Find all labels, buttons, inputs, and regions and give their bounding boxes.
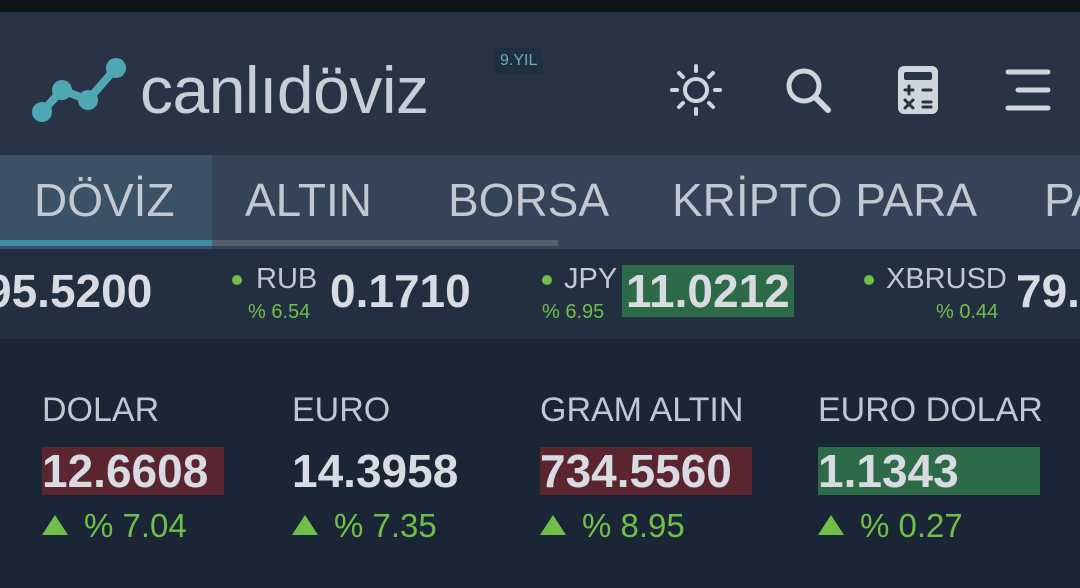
tab-label: PA	[1044, 174, 1080, 226]
up-dot-icon	[542, 275, 552, 285]
rate-value: 734.5560	[540, 447, 752, 495]
ticker-value: 79.	[1016, 265, 1080, 317]
rate-name: DOLAR	[42, 391, 160, 429]
sun-icon[interactable]	[668, 62, 724, 118]
currency-ticker: 95.5200 RUB % 6.54 0.1710 JPY % 6.95 11.…	[0, 249, 1080, 339]
years-badge: 9.YIL	[494, 48, 544, 74]
ticker-symbol: RUB	[256, 263, 318, 295]
up-arrow-icon	[540, 515, 566, 535]
category-nav: DÖVİZ ALTIN BORSA KRİPTO PARA PA	[0, 155, 1080, 249]
up-arrow-icon	[42, 515, 68, 535]
rate-change: % 7.35	[292, 507, 437, 545]
nav-scroll-indicator	[212, 240, 558, 246]
tab-doviz[interactable]: DÖVİZ	[0, 155, 212, 249]
rate-name: EURO	[292, 391, 391, 429]
ticker-value: 11.0212	[622, 265, 794, 317]
ticker-percent: % 0.44	[936, 301, 999, 323]
tab-borsa[interactable]: BORSA	[448, 155, 609, 249]
ticker-value: 95.5200	[0, 265, 153, 317]
calculator-icon[interactable]	[890, 62, 946, 118]
active-tab-indicator	[0, 240, 212, 246]
brand-name[interactable]: canlıdöviz	[140, 50, 429, 130]
status-strip	[0, 0, 1080, 12]
tab-label: BORSA	[448, 174, 610, 226]
ticker-percent: % 6.95	[542, 301, 605, 323]
ticker-percent: % 6.54	[248, 301, 311, 323]
up-dot-icon	[232, 275, 242, 285]
rate-name: EURO DOLAR	[818, 391, 1043, 429]
main-rates: DOLAR 12.6608 % 7.04 EURO 14.3958 % 7.35…	[0, 339, 1080, 588]
menu-icon[interactable]	[1000, 62, 1056, 118]
tab-partial[interactable]: PA	[1044, 155, 1080, 249]
up-arrow-icon	[818, 515, 844, 535]
rate-value: 1.1343	[818, 447, 1040, 495]
ticker-symbol: JPY	[564, 263, 618, 295]
rate-name: GRAM ALTIN	[540, 391, 744, 429]
ticker-symbol: XBRUSD	[886, 263, 1007, 295]
rate-change-text: % 0.27	[860, 507, 963, 544]
tab-label: KRİPTO PARA	[672, 174, 978, 226]
rate-change: % 8.95	[540, 507, 685, 545]
search-icon[interactable]	[780, 62, 836, 118]
ticker-value: 0.1710	[330, 265, 471, 317]
rate-change-text: % 7.35	[334, 507, 437, 544]
logo-icon[interactable]	[30, 50, 130, 130]
rate-change-text: % 7.04	[84, 507, 187, 544]
tab-altin[interactable]: ALTIN	[245, 155, 372, 249]
tab-label: ALTIN	[245, 174, 372, 226]
tab-label: DÖVİZ	[34, 174, 175, 226]
rate-value: 14.3958	[292, 445, 459, 497]
rate-value: 12.6608	[42, 447, 224, 495]
up-dot-icon	[864, 275, 874, 285]
rate-change-text: % 8.95	[582, 507, 685, 544]
up-arrow-icon	[292, 515, 318, 535]
tab-kripto-para[interactable]: KRİPTO PARA	[672, 155, 977, 249]
site-header: canlıdöviz 9.YIL	[0, 12, 1080, 155]
rate-change: % 0.27	[818, 507, 963, 545]
rate-change: % 7.04	[42, 507, 187, 545]
